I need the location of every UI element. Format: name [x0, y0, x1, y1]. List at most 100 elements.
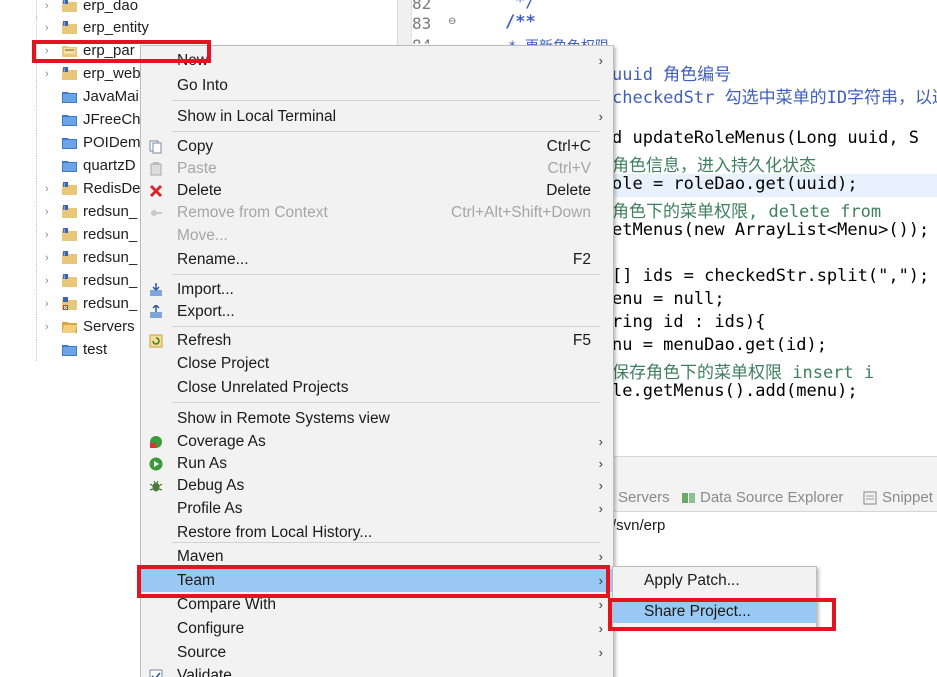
menu-item-show-in-local-terminal[interactable]: Show in Local Terminal ›: [141, 105, 613, 128]
code-line: [] ids = checkedStr.split(",");: [612, 266, 930, 286]
svg-text:J: J: [63, 22, 65, 28]
chevron-right-icon[interactable]: ›: [45, 201, 55, 223]
menu-item-new[interactable]: New ›: [141, 49, 613, 72]
import-icon: [150, 283, 162, 296]
menu-item-paste[interactable]: Paste Ctrl+V: [141, 157, 613, 180]
menu-separator: [172, 542, 600, 543]
callout-team: [137, 565, 610, 598]
tab-servers[interactable]: Servers: [618, 489, 670, 506]
tree-item-label: erp_web: [83, 65, 141, 82]
code-line: /**: [505, 12, 536, 32]
tree-item-label: redsun_: [83, 295, 138, 312]
chevron-right-icon[interactable]: ›: [45, 224, 55, 246]
menu-item-run-as[interactable]: Run As ›: [141, 452, 613, 475]
run-icon: [149, 457, 163, 471]
code-line: nu = menuDao.get(id);: [612, 335, 827, 355]
line-number: 83: [412, 14, 432, 33]
folder-icon: [62, 115, 77, 126]
menu-separator: [172, 100, 600, 101]
chevron-right-icon[interactable]: ›: [45, 0, 55, 17]
svn-path-text: /svn/erp: [612, 517, 666, 534]
refresh-icon: [149, 334, 163, 348]
fold-toggle-icon[interactable]: ⊖: [448, 16, 456, 27]
line-number: 82: [412, 0, 432, 13]
menu-item-close-project[interactable]: Close Project: [141, 352, 613, 375]
menu-item-validate[interactable]: Validate: [141, 664, 613, 677]
tree-item-label: erp_dao: [83, 0, 139, 14]
menu-item-show-in-remote-systems[interactable]: Show in Remote Systems view: [141, 407, 613, 430]
tree-item-label: quartzD: [83, 157, 136, 174]
svg-text:J: J: [63, 275, 65, 281]
export-icon: [150, 305, 162, 318]
folder-icon: [62, 345, 77, 356]
folder-icon: [62, 138, 77, 149]
menu-separator: [172, 274, 600, 275]
chevron-right-icon: ›: [598, 456, 603, 471]
svg-text:J: J: [63, 68, 65, 74]
svg-text:J: J: [63, 252, 65, 258]
chevron-right-icon[interactable]: ›: [45, 270, 55, 292]
tab-data-source-explorer[interactable]: Data Source Explorer: [681, 489, 843, 506]
menu-item-close-unrelated-projects[interactable]: Close Unrelated Projects: [141, 376, 613, 399]
menu-item-restore-local-history[interactable]: Restore from Local History...: [141, 521, 613, 544]
tree-item-label: POIDem: [83, 134, 141, 151]
java-project-error-icon: [62, 297, 77, 310]
validate-icon: [149, 669, 163, 677]
tree-item-label: RedisDe: [83, 180, 141, 197]
folder-icon: [62, 161, 77, 172]
menu-item-refresh[interactable]: Refresh F5: [141, 329, 613, 352]
java-project-icon: J: [62, 205, 77, 218]
tree-item-label: JFreeCh: [83, 111, 141, 128]
code-line: 角色信息，进入持久化状态: [612, 156, 816, 176]
menu-item-move[interactable]: Move...: [141, 224, 613, 247]
java-project-icon: J: [62, 274, 77, 287]
code-line: ring id : ids){: [612, 312, 766, 332]
tree-item-erp-dao[interactable]: › J erp_dao: [0, 0, 398, 17]
menu-item-copy[interactable]: Copy Ctrl+C: [141, 135, 613, 158]
menu-item-debug-as[interactable]: Debug As ›: [141, 474, 613, 497]
menu-item-import[interactable]: Import...: [141, 278, 613, 301]
chevron-right-icon[interactable]: ›: [45, 247, 55, 269]
folder-icon: [62, 92, 77, 103]
snippets-icon: [863, 490, 877, 505]
remove-context-icon: [151, 210, 162, 216]
code-line: uuid 角色编号: [612, 65, 732, 85]
menu-item-remove-from-context[interactable]: Remove from Context Ctrl+Alt+Shift+Down: [141, 201, 613, 224]
chevron-right-icon[interactable]: ›: [45, 17, 55, 39]
chevron-right-icon[interactable]: ›: [45, 63, 55, 85]
tab-label: Servers: [618, 489, 670, 506]
code-line: checkedStr 勾选中菜单的ID字符串，以逗: [612, 88, 937, 108]
tree-item-label: JavaMai: [83, 88, 139, 105]
menu-item-source[interactable]: Source ›: [141, 641, 613, 664]
code-line: 角色下的菜单权限, delete from: [612, 202, 882, 222]
submenu-item-apply-patch[interactable]: Apply Patch...: [613, 569, 816, 592]
menu-item-coverage-as[interactable]: Coverage As ›: [141, 430, 613, 453]
tree-item-erp-entity[interactable]: › J erp_entity: [0, 17, 398, 39]
java-project-icon: J: [62, 0, 77, 12]
folder-open-icon: [62, 322, 77, 333]
tab-snippets[interactable]: Snippet: [863, 489, 933, 506]
copy-icon: [149, 140, 162, 154]
menu-item-configure[interactable]: Configure ›: [141, 617, 613, 640]
chevron-right-icon[interactable]: ›: [45, 316, 55, 338]
menu-separator: [172, 402, 600, 403]
menu-item-profile-as[interactable]: Profile As ›: [141, 497, 613, 520]
java-project-icon: J: [62, 67, 77, 80]
chevron-right-icon: ›: [598, 621, 603, 636]
chevron-right-icon: ›: [598, 645, 603, 660]
chevron-right-icon: ›: [598, 501, 603, 516]
menu-item-delete[interactable]: Delete Delete: [141, 179, 613, 202]
debug-icon: [149, 480, 163, 492]
callout-share-project: [608, 598, 836, 631]
chevron-right-icon[interactable]: ›: [45, 178, 55, 200]
delete-icon: [149, 184, 163, 198]
callout-erp-par: [32, 40, 211, 63]
tree-item-label: Servers: [83, 318, 135, 335]
menu-item-go-into[interactable]: Go Into: [141, 74, 613, 97]
chevron-right-icon: ›: [598, 53, 603, 68]
svg-text:J: J: [63, 229, 65, 235]
menu-item-export[interactable]: Export...: [141, 300, 613, 323]
menu-item-rename[interactable]: Rename... F2: [141, 248, 613, 271]
tab-label: Snippet: [882, 489, 933, 506]
chevron-right-icon[interactable]: ›: [45, 293, 55, 315]
